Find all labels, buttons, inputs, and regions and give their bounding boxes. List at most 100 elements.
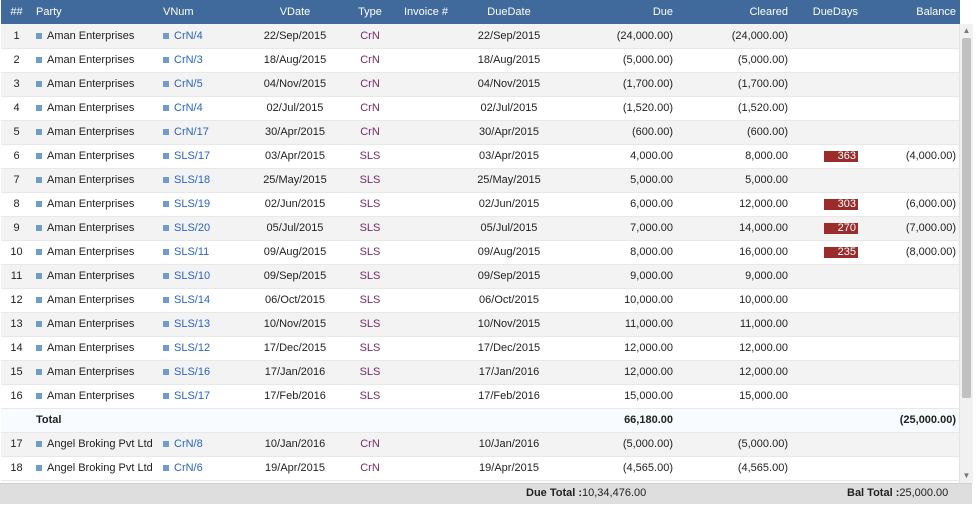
col-header-duedays[interactable]: DueDays [792, 0, 862, 24]
col-header-cleared[interactable]: Cleared [677, 0, 792, 24]
col-header-index[interactable]: ## [1, 0, 32, 24]
voucher-link[interactable]: CrN/4 [174, 30, 203, 42]
voucher-link[interactable]: SLS/16 [174, 366, 210, 378]
square-bullet-icon [163, 57, 169, 64]
type-cell: CrN [360, 29, 380, 42]
empty-cell [246, 408, 344, 432]
invoice-cell [396, 240, 456, 264]
voucher-link[interactable]: CrN/17 [174, 126, 209, 138]
duedate-cell: 10/Jan/2016 [478, 438, 540, 450]
invoice-cell [396, 288, 456, 312]
square-bullet-icon [36, 441, 42, 448]
table-row: 11 Aman Enterprises SLS/10 09/Sep/2015 SLS 09… [1, 264, 960, 288]
voucher-link[interactable]: SLS/12 [174, 342, 210, 354]
vnum-cell: CrN/17 [159, 120, 246, 144]
party-name: Aman Enterprises [47, 174, 135, 186]
col-header-vnum[interactable]: VNum [159, 0, 246, 24]
col-header-party[interactable]: Party [32, 0, 159, 24]
vnum-cell: SLS/19 [159, 192, 246, 216]
invoice-cell [396, 144, 456, 168]
invoice-cell [396, 360, 456, 384]
duedate-cell: 04/Nov/2015 [477, 78, 541, 90]
due-cell: (4,565.00) [622, 462, 673, 474]
party-cell: Aman Enterprises [32, 48, 159, 72]
table-row: 13 Aman Enterprises SLS/13 10/Nov/2015 SLS 10… [1, 312, 960, 336]
due-cell: 7,000.00 [630, 222, 673, 234]
party-cell: Aman Enterprises [32, 120, 159, 144]
table-row: 2 Aman Enterprises CrN/3 18/Aug/2015 CrN 18/A… [1, 48, 960, 72]
balance-cell [862, 360, 960, 384]
duedays-cell: 235 [792, 240, 862, 264]
voucher-link[interactable]: CrN/4 [174, 102, 203, 114]
duedate-cell: 30/Apr/2015 [479, 126, 539, 138]
voucher-link[interactable]: CrN/5 [174, 78, 203, 90]
vnum-cell: CrN/6 [159, 456, 246, 480]
party-cell: Aman Enterprises [32, 72, 159, 96]
voucher-link[interactable]: SLS/13 [174, 318, 210, 330]
square-bullet-icon [36, 321, 42, 328]
vnum-cell: SLS/20 [159, 216, 246, 240]
scrollbar-thumb[interactable] [962, 38, 971, 398]
row-index: 10 [10, 246, 23, 258]
col-header-duedate[interactable]: DueDate [456, 0, 562, 24]
duedays-cell [792, 264, 862, 288]
square-bullet-icon [163, 369, 169, 376]
col-header-type[interactable]: Type [344, 0, 396, 24]
voucher-link[interactable]: SLS/20 [174, 222, 210, 234]
party-name: Aman Enterprises [47, 246, 135, 258]
invoice-cell [396, 312, 456, 336]
empty-cell [344, 408, 396, 432]
col-header-balance[interactable]: Balance [862, 0, 960, 24]
type-cell: SLS [359, 198, 381, 210]
balance-cell [862, 288, 960, 312]
duedays-cell [792, 96, 862, 120]
row-index: 6 [13, 150, 20, 162]
vdate-cell: 03/Apr/2015 [265, 150, 325, 162]
vertical-scrollbar[interactable]: ▲ ▼ [959, 24, 973, 483]
square-bullet-icon [163, 32, 169, 39]
invoice-cell [396, 216, 456, 240]
voucher-link[interactable]: SLS/11 [174, 246, 209, 258]
row-index: 7 [13, 174, 20, 186]
type-cell: CrN [360, 102, 380, 114]
scroll-up-arrow-icon[interactable]: ▲ [960, 26, 973, 36]
due-cell: (24,000.00) [616, 29, 673, 42]
type-cell: SLS [359, 246, 381, 258]
voucher-link[interactable]: SLS/17 [174, 150, 210, 162]
total-label: Total [36, 414, 62, 426]
table-row: 6 Aman Enterprises SLS/17 03/Apr/2015 SLS 03/… [1, 144, 960, 168]
overdue-days-badge: 270 [824, 223, 858, 234]
invoice-cell [396, 72, 456, 96]
scroll-down-arrow-icon[interactable]: ▼ [960, 471, 973, 481]
voucher-link[interactable]: CrN/3 [174, 54, 203, 66]
square-bullet-icon [163, 345, 169, 352]
voucher-link[interactable]: SLS/17 [174, 390, 210, 402]
invoice-cell [396, 96, 456, 120]
due-ledger-table: ## Party VNum VDate Type Invoice # DueDa… [1, 0, 960, 481]
voucher-link[interactable]: SLS/19 [174, 198, 210, 210]
square-bullet-icon [36, 297, 42, 304]
voucher-link[interactable]: SLS/10 [174, 270, 210, 282]
due-cell: 12,000.00 [624, 366, 673, 378]
voucher-link[interactable]: CrN/6 [174, 462, 203, 474]
due-cell: (1,700.00) [622, 78, 673, 90]
empty-cell [159, 408, 246, 432]
vnum-cell: SLS/14 [159, 288, 246, 312]
voucher-link[interactable]: SLS/18 [174, 174, 210, 186]
party-cell: Aman Enterprises [32, 288, 159, 312]
col-header-due[interactable]: Due [562, 0, 677, 24]
type-cell: SLS [359, 270, 381, 282]
type-cell: SLS [359, 222, 381, 234]
table-row: 1 Aman Enterprises CrN/4 22/Sep/2015 CrN 22/S… [1, 24, 960, 48]
balance-cell [862, 336, 960, 360]
balance-cell [862, 432, 960, 456]
voucher-link[interactable]: CrN/8 [174, 438, 203, 450]
cleared-cell: 12,000.00 [739, 366, 788, 378]
col-header-vdate[interactable]: VDate [246, 0, 344, 24]
col-header-invoice[interactable]: Invoice # [396, 0, 456, 24]
voucher-link[interactable]: SLS/14 [174, 294, 210, 306]
party-cell: Aman Enterprises [32, 96, 159, 120]
vnum-cell: CrN/4 [159, 96, 246, 120]
due-cell: 11,000.00 [624, 318, 673, 330]
duedate-cell: 18/Aug/2015 [477, 54, 541, 66]
